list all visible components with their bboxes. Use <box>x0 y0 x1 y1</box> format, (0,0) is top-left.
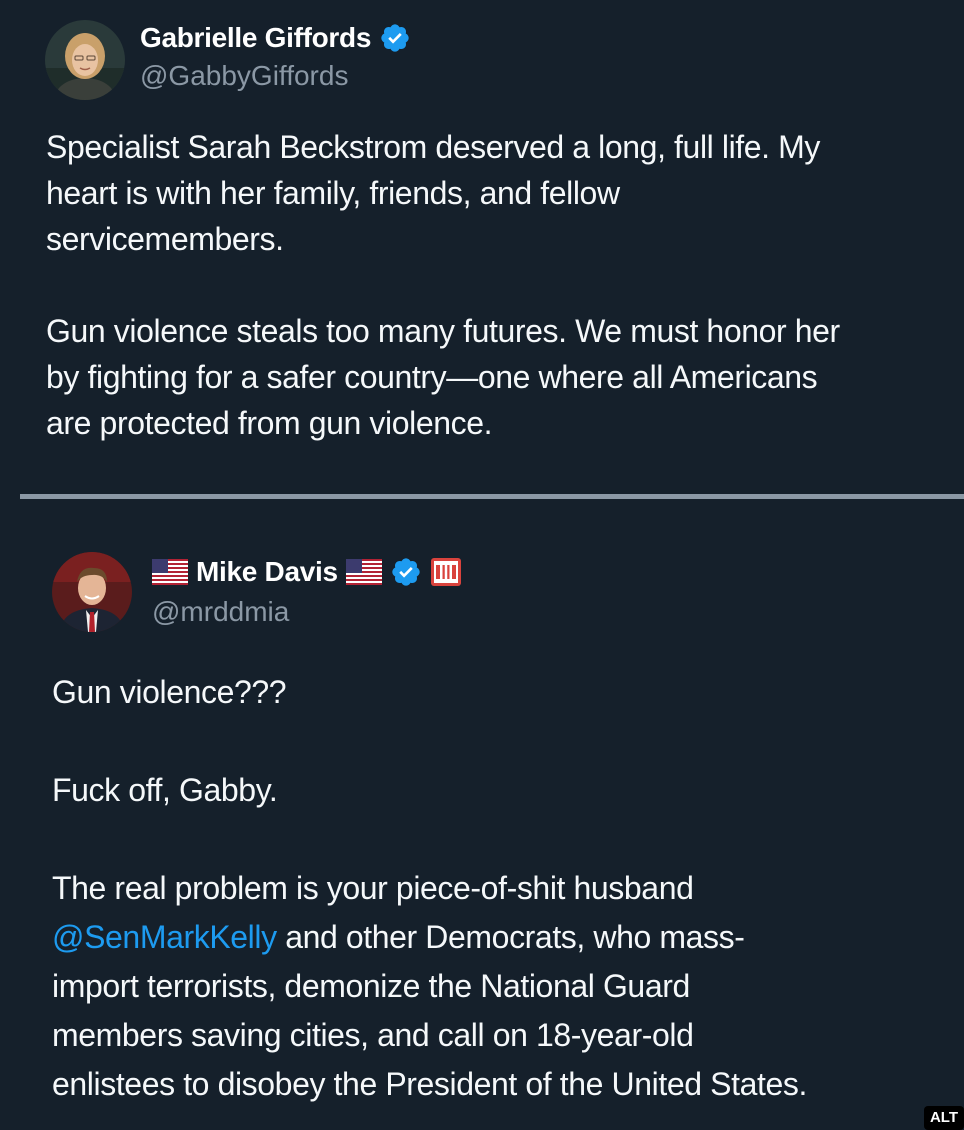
text-line: are protected from gun violence. <box>46 405 493 441</box>
text-line: The real problem is your piece-of-shit h… <box>52 870 694 906</box>
text-line: Gun violence steals too many futures. We… <box>46 313 840 349</box>
tweet-paragraph: Specialist Sarah Beckstrom deserved a lo… <box>46 124 946 262</box>
author-handle[interactable]: @GabbyGiffords <box>140 60 348 92</box>
text-line: members saving cities, and call on 18-ye… <box>52 1017 694 1053</box>
avatar-davis[interactable] <box>52 552 132 632</box>
us-flag-icon <box>345 559 382 585</box>
tweet-paragraph: The real problem is your piece-of-shit h… <box>52 864 952 1109</box>
verified-badge-icon <box>379 22 411 54</box>
text-line: enlistees to disobey the President of th… <box>52 1066 807 1102</box>
alt-text-badge[interactable]: ALT <box>924 1106 964 1130</box>
text-line: by fighting for a safer country—one wher… <box>46 359 818 395</box>
tweet-paragraph: Gun violence??? <box>52 668 952 717</box>
verified-badge-icon <box>390 556 422 588</box>
author-display-name[interactable]: Gabrielle Giffords <box>140 22 371 54</box>
text-line: Specialist Sarah Beckstrom deserved a lo… <box>46 129 820 165</box>
tweet-davis: Mike Davis @mrddmia Gun violence??? Fuck… <box>0 500 964 1130</box>
tweet-text: Gun violence??? Fuck off, Gabby. The rea… <box>52 668 952 1109</box>
mention-link[interactable]: @SenMarkKelly <box>52 919 277 955</box>
text-line: import terrorists, demonize the National… <box>52 968 690 1004</box>
text-line: and other Democrats, who mass- <box>276 919 745 955</box>
author-display-name[interactable]: Mike Davis <box>196 556 338 588</box>
divider <box>20 494 964 499</box>
avatar-giffords[interactable] <box>45 20 125 100</box>
text-line: heart is with her family, friends, and f… <box>46 175 620 211</box>
text-line: Fuck off, Gabby. <box>52 772 278 808</box>
roman-three-icon <box>430 557 462 587</box>
tweet-giffords: Gabrielle Giffords @GabbyGiffords Specia… <box>0 0 964 495</box>
author-handle[interactable]: @mrddmia <box>152 596 289 628</box>
us-flag-icon <box>152 559 188 585</box>
text-line: Gun violence??? <box>52 674 287 710</box>
tweet-paragraph: Fuck off, Gabby. <box>52 766 952 815</box>
tweet-text: Specialist Sarah Beckstrom deserved a lo… <box>46 124 946 446</box>
text-line: servicemembers. <box>46 221 284 257</box>
tweet-paragraph: Gun violence steals too many futures. We… <box>46 308 946 446</box>
